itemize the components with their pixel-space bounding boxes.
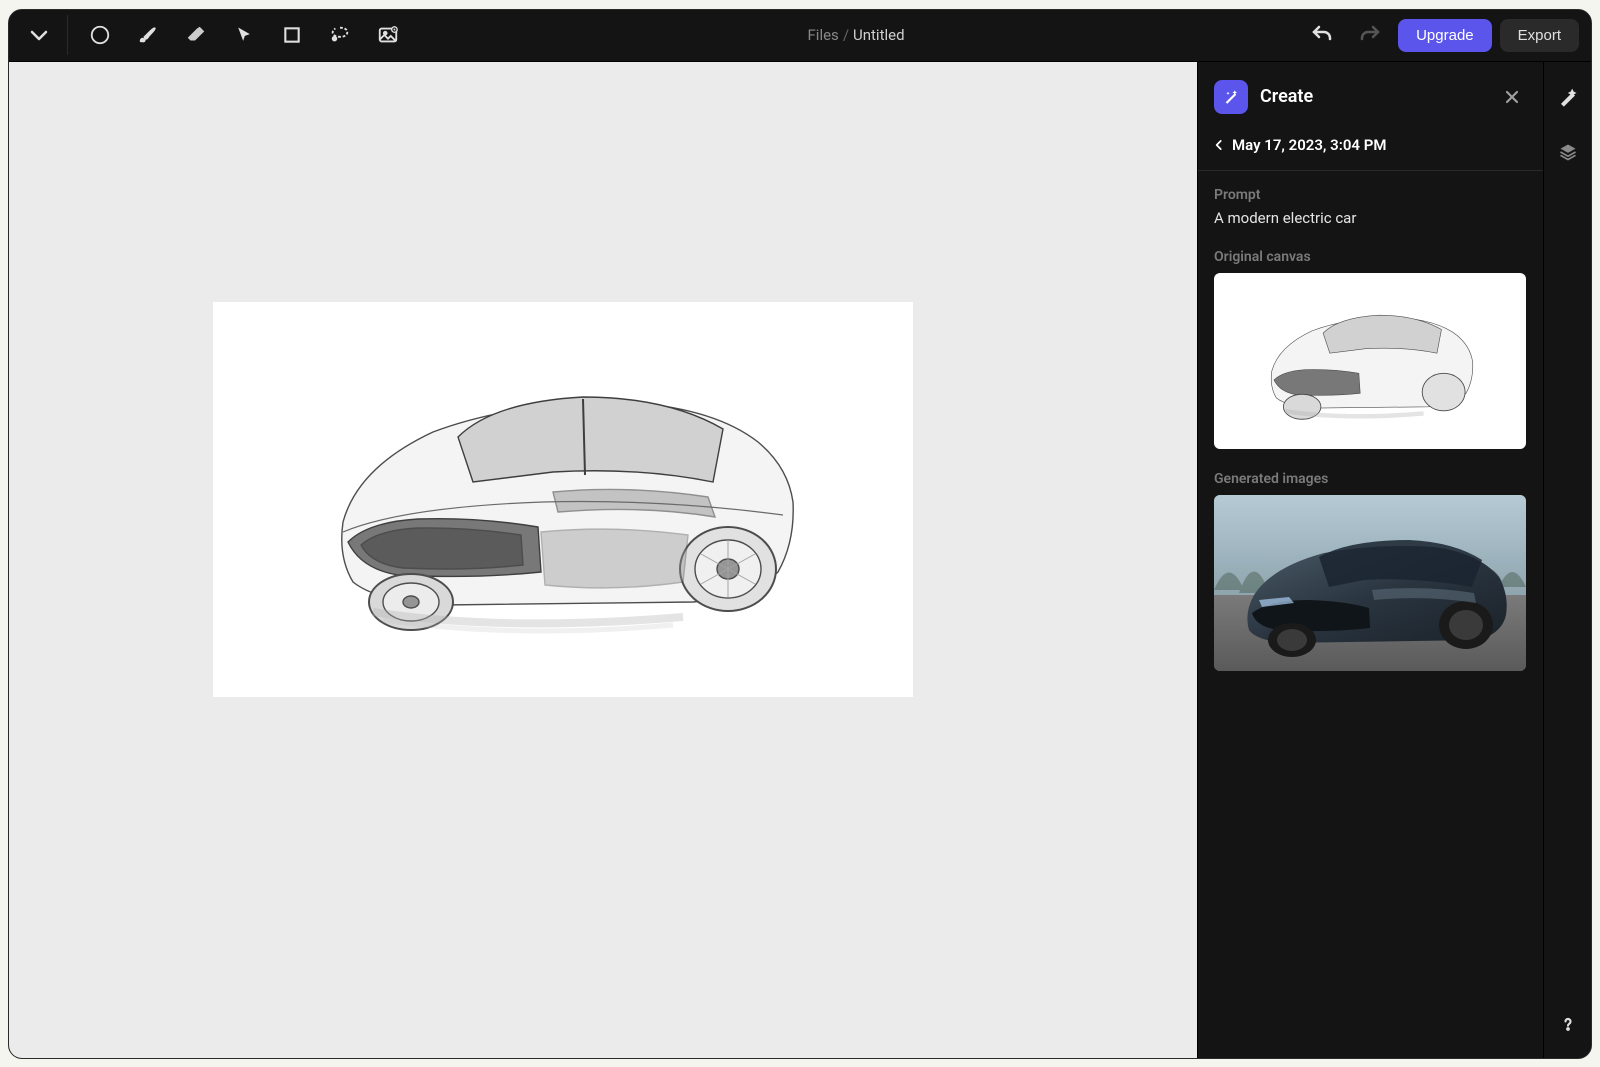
tool-group <box>67 15 410 55</box>
help-icon <box>1558 1014 1578 1034</box>
generated-images-label: Generated images <box>1214 471 1527 487</box>
main-area: Create May 17, 2023, 3:04 PM Prompt A mo… <box>9 62 1591 1058</box>
generated-car-render <box>1214 495 1526 671</box>
generated-images-section: Generated images <box>1198 455 1543 677</box>
tool-lasso[interactable] <box>318 15 362 55</box>
generated-image-thumbnail[interactable] <box>1214 495 1526 671</box>
layers-icon <box>1558 142 1578 162</box>
original-canvas-section: Original canvas <box>1198 233 1543 455</box>
breadcrumb[interactable]: Files / Untitled <box>410 26 1302 44</box>
redo-icon <box>1358 23 1382 47</box>
wand-icon <box>1558 88 1578 108</box>
original-canvas-label: Original canvas <box>1214 249 1527 265</box>
tool-pointer[interactable] <box>222 15 266 55</box>
square-icon <box>282 25 302 45</box>
topbar: Files / Untitled Upgrade Export <box>9 10 1591 62</box>
panel-timestamp-row: May 17, 2023, 3:04 PM <box>1198 128 1543 170</box>
close-panel-button[interactable] <box>1497 82 1527 112</box>
magic-tool-button[interactable] <box>1552 82 1584 114</box>
panel-title: Create <box>1260 86 1485 107</box>
pointer-icon <box>234 25 254 45</box>
create-panel: Create May 17, 2023, 3:04 PM Prompt A mo… <box>1197 62 1543 1058</box>
original-canvas-thumbnail[interactable] <box>1214 273 1526 449</box>
undo-button[interactable] <box>1302 17 1342 53</box>
brush-icon <box>137 24 159 46</box>
export-button[interactable]: Export <box>1500 19 1579 52</box>
canvas-image[interactable] <box>213 302 913 697</box>
redo-button[interactable] <box>1350 17 1390 53</box>
tool-brush[interactable] <box>126 15 170 55</box>
car-sketch-drawing <box>283 347 843 652</box>
upgrade-button[interactable]: Upgrade <box>1398 19 1492 52</box>
chevron-left-icon <box>1212 138 1226 152</box>
breadcrumb-current: Untitled <box>853 26 905 44</box>
topbar-right: Upgrade Export <box>1302 17 1579 53</box>
canvas-area[interactable] <box>9 62 1197 1058</box>
timestamp-text: May 17, 2023, 3:04 PM <box>1232 136 1386 154</box>
prompt-text: A modern electric car <box>1214 209 1527 227</box>
tool-crop[interactable] <box>270 15 314 55</box>
tool-image[interactable] <box>366 15 410 55</box>
help-button[interactable] <box>1552 1008 1584 1040</box>
undo-icon <box>1310 23 1334 47</box>
layers-button[interactable] <box>1552 136 1584 168</box>
app-window: Files / Untitled Upgrade Export <box>8 9 1592 1059</box>
prompt-section: Prompt A modern electric car <box>1198 171 1543 233</box>
menu-button[interactable] <box>21 17 57 53</box>
magic-wand-icon <box>1214 80 1248 114</box>
chevron-down-icon <box>27 23 51 47</box>
eraser-icon <box>185 24 207 46</box>
tool-circle[interactable] <box>78 15 122 55</box>
close-icon <box>1502 87 1522 107</box>
topbar-left <box>21 15 410 55</box>
breadcrumb-separator: / <box>843 26 849 44</box>
panel-header: Create <box>1198 62 1543 128</box>
breadcrumb-root: Files <box>808 26 839 44</box>
tool-eraser[interactable] <box>174 15 218 55</box>
image-icon <box>377 24 399 46</box>
back-button[interactable] <box>1212 138 1226 152</box>
prompt-label: Prompt <box>1214 187 1527 203</box>
right-rail <box>1543 62 1591 1058</box>
lasso-icon <box>329 24 351 46</box>
car-sketch-thumb <box>1245 291 1495 431</box>
circle-icon <box>89 24 111 46</box>
